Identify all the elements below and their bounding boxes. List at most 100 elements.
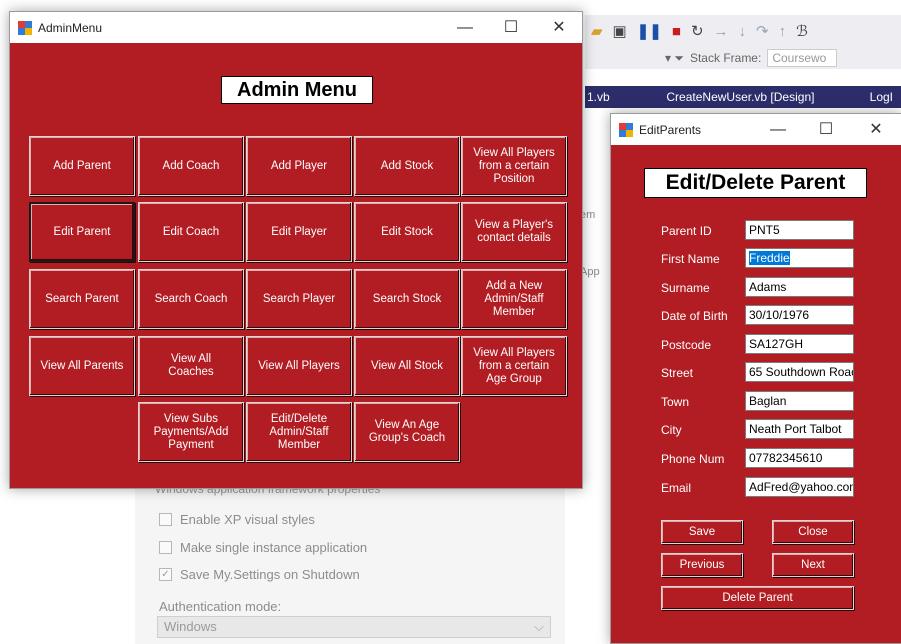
maximize-icon[interactable]: ☐ (803, 114, 849, 145)
selected-text: Freddie (749, 251, 790, 265)
edit-parents-window: EditParents — ☐ ✕ Edit/Delete Parent Par… (610, 113, 901, 644)
view-all-players-button[interactable]: View All Players (246, 336, 352, 396)
add-admin-staff-member-button[interactable]: Add a New Admin/Staff Member (461, 269, 567, 329)
folder-icon[interactable]: ▰ (591, 22, 603, 40)
parent-id-label: Parent ID (661, 224, 712, 238)
view-player-contact-details-button[interactable]: View a Player's contact details (461, 202, 567, 262)
authentication-mode-label: Authentication mode: (159, 599, 282, 614)
checkbox-label: Enable XP visual styles (180, 512, 315, 527)
save-button[interactable]: Save (661, 520, 743, 544)
add-coach-button[interactable]: Add Coach (138, 136, 244, 196)
view-players-by-age-group-button[interactable]: View All Players from a certain Age Grou… (461, 336, 567, 396)
add-stock-button[interactable]: Add Stock (354, 136, 460, 196)
form-app-icon (619, 122, 633, 137)
screenshot-icon[interactable]: ▣ (613, 22, 627, 40)
surname-field[interactable]: Adams (745, 277, 854, 297)
admin-menu-titlebar[interactable]: AdminMenu — ☐ ✕ (10, 12, 582, 43)
search-stock-button[interactable]: Search Stock (354, 269, 460, 329)
application-properties-panel: Windows application framework properties… (135, 470, 565, 644)
step-into-icon[interactable]: ↓ (739, 23, 747, 40)
postcode-label: Postcode (661, 338, 712, 352)
checkbox-icon[interactable] (159, 541, 172, 554)
surname-label: Surname (661, 281, 710, 295)
minimize-icon[interactable]: — (442, 12, 488, 43)
postcode-field[interactable]: SA127GH (745, 334, 854, 354)
view-age-group-coach-button[interactable]: View An Age Group's Coach (354, 402, 460, 462)
chevron-down-icon: ⌵ (534, 619, 544, 634)
admin-menu-window: AdminMenu — ☐ ✕ Admin Menu Add Parent Ad… (9, 11, 583, 489)
close-icon[interactable]: ✕ (536, 12, 582, 43)
stop-icon[interactable]: ■ (672, 23, 681, 40)
restart-icon[interactable]: ↻ (691, 22, 704, 40)
save-settings-checkbox[interactable]: ✓ Save My.Settings on Shutdown (159, 567, 360, 582)
vs-document-tabs: 1.vb CreateNewUser.vb [Design] LogI (585, 86, 901, 108)
edit-parents-client-area: Edit/Delete Parent Parent ID PNT5 First … (611, 145, 901, 643)
window-title: EditParents (639, 122, 702, 137)
checkbox-icon[interactable] (159, 513, 172, 526)
window-title: AdminMenu (38, 20, 103, 35)
view-players-by-position-button[interactable]: View All Players from a certain Position (461, 136, 567, 196)
vs-stack-frame-bar: ▾ ⏷ Stack Frame: Coursewo (585, 47, 901, 69)
close-icon[interactable]: ✕ (853, 114, 899, 145)
email-label: Email (661, 481, 692, 495)
checkbox-label: Make single instance application (180, 540, 368, 555)
enable-xp-styles-checkbox[interactable]: Enable XP visual styles (159, 512, 315, 527)
view-all-parents-button[interactable]: View All Parents (29, 336, 135, 396)
date-of-birth-label: Date of Birth (661, 309, 728, 323)
edit-player-button[interactable]: Edit Player (246, 202, 352, 262)
close-button[interactable]: Close (772, 520, 854, 544)
tab-login[interactable]: LogI (862, 90, 901, 104)
page-title: Edit/Delete Parent (644, 168, 867, 198)
form-app-icon (18, 20, 32, 35)
thread-flag-icon[interactable]: ▾ ⏷ (665, 51, 684, 66)
add-player-button[interactable]: Add Player (246, 136, 352, 196)
stack-frame-label: Stack Frame: (689, 51, 762, 65)
edit-parents-titlebar[interactable]: EditParents — ☐ ✕ (611, 114, 901, 145)
minimize-icon[interactable]: — (755, 114, 801, 145)
search-player-button[interactable]: Search Player (246, 269, 352, 329)
edit-delete-admin-staff-button[interactable]: Edit/Delete Admin/Staff Member (246, 402, 352, 462)
step-out-icon[interactable]: ↑ (779, 23, 787, 40)
first-name-label: First Name (661, 252, 720, 266)
city-field[interactable]: Neath Port Talbot (745, 419, 854, 439)
parent-id-field[interactable]: PNT5 (745, 220, 854, 240)
tab-create-new-user-design[interactable]: CreateNewUser.vb [Design] (658, 90, 861, 104)
next-button[interactable]: Next (772, 553, 854, 577)
checkbox-label: Save My.Settings on Shutdown (180, 567, 360, 582)
maximize-icon[interactable]: ☐ (488, 12, 534, 43)
step-arrow-icon[interactable]: → (714, 23, 729, 40)
page-title: Admin Menu (221, 76, 373, 104)
town-label: Town (661, 395, 690, 409)
view-subs-payments-button[interactable]: View Subs Payments/Add Payment (138, 402, 244, 462)
hex-icon[interactable]: ℬ (796, 22, 808, 40)
view-all-stock-button[interactable]: View All Stock (354, 336, 460, 396)
previous-button[interactable]: Previous (661, 553, 743, 577)
checkmark-icon[interactable]: ✓ (159, 568, 172, 581)
street-label: Street (661, 366, 694, 380)
vs-debug-toolbar: ▰ ▣ ❚❚ ■ ↻ → ↓ ↷ ↑ ℬ (585, 15, 901, 47)
email-field[interactable]: AdFred@yahoo.com (745, 477, 854, 497)
step-over-icon[interactable]: ↷ (756, 22, 769, 40)
stack-frame-select[interactable]: Coursewo (767, 49, 838, 67)
view-all-coaches-button[interactable]: View All Coaches (138, 336, 244, 396)
street-field[interactable]: 65 Southdown Roac (745, 362, 854, 382)
phone-number-field[interactable]: 07782345610 (745, 448, 854, 468)
city-label: City (661, 423, 682, 437)
authentication-mode-value: Windows (164, 619, 217, 634)
search-parent-button[interactable]: Search Parent (29, 269, 135, 329)
edit-stock-button[interactable]: Edit Stock (354, 202, 460, 262)
single-instance-checkbox[interactable]: Make single instance application (159, 540, 367, 555)
delete-parent-button[interactable]: Delete Parent (661, 586, 854, 610)
admin-menu-client-area: Admin Menu Add Parent Add Coach Add Play… (10, 43, 582, 488)
edit-parent-button[interactable]: Edit Parent (29, 202, 135, 262)
pause-icon[interactable]: ❚❚ (637, 22, 662, 40)
search-coach-button[interactable]: Search Coach (138, 269, 244, 329)
date-of-birth-field[interactable]: 30/10/1976 (745, 305, 854, 325)
edit-coach-button[interactable]: Edit Coach (138, 202, 244, 262)
town-field[interactable]: Baglan (745, 391, 854, 411)
phone-number-label: Phone Num (661, 452, 725, 466)
tab-vb-file[interactable]: 1.vb (585, 90, 658, 104)
add-parent-button[interactable]: Add Parent (29, 136, 135, 196)
first-name-field[interactable]: Freddie (745, 248, 854, 268)
authentication-mode-select[interactable]: Windows ⌵ (157, 616, 551, 638)
